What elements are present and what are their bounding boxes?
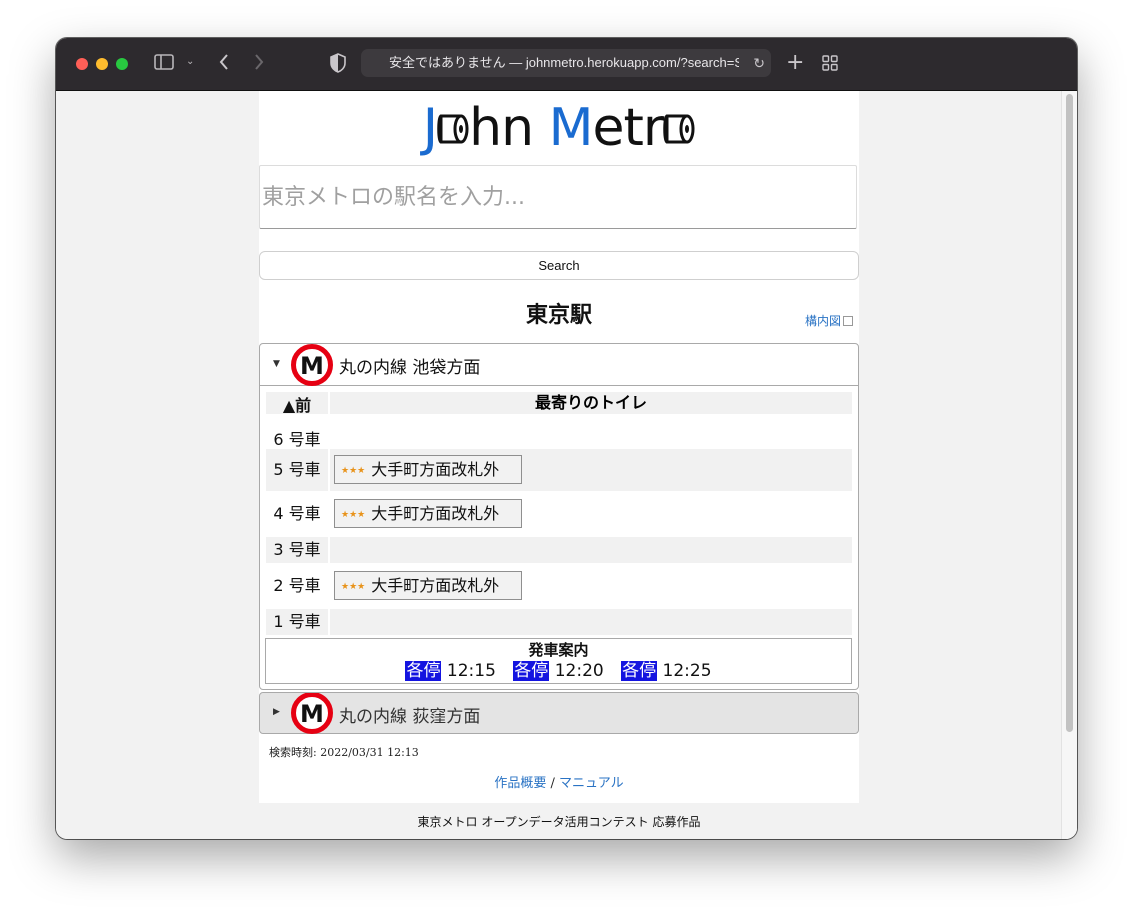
toilet-location-button[interactable]: ★★★ 大手町方面改札外 xyxy=(334,499,522,528)
toilet-cell xyxy=(330,537,852,563)
table-row: 3 号車 xyxy=(266,537,852,563)
browser-toolbar: ⌄ 安全ではありません — johnmetro.herokuapp.com/?s… xyxy=(56,38,1077,91)
train-type-badge: 各停 xyxy=(513,661,550,681)
car-toilet-table: ▲前 最寄りのトイレ 6 号車 5 号車 ★★★ 大手町方面改札外 4 号車 ★… xyxy=(266,392,852,635)
tab-overview-icon[interactable] xyxy=(822,55,838,75)
site-logo[interactable]: Jhn Metr xyxy=(259,97,859,162)
train-type-badge: 各停 xyxy=(405,661,442,681)
about-link[interactable]: 作品概要 xyxy=(494,776,546,791)
station-map-link[interactable]: 構内図 xyxy=(805,312,853,329)
forward-arrow-icon[interactable] xyxy=(253,52,265,76)
contest-credit: 東京メトロ オープンデータ活用コンテスト 応募作品 xyxy=(417,815,701,829)
table-row: 6 号車 xyxy=(266,420,852,449)
table-row: 5 号車 ★★★ 大手町方面改札外 xyxy=(266,449,852,491)
table-row: 1 号車 xyxy=(266,609,852,635)
sidebar-toggle-icon[interactable] xyxy=(154,54,174,74)
logo-letter-m: M xyxy=(548,98,594,158)
car-number: 4 号車 xyxy=(273,504,321,523)
line-direction-label: 丸の内線 荻窪方面 xyxy=(339,707,481,727)
rating-stars-icon: ★★★ xyxy=(341,582,366,592)
logo-letter-j: J xyxy=(422,98,438,158)
new-tab-icon[interactable]: + xyxy=(786,50,804,75)
toilet-cell: ★★★ 大手町方面改札外 xyxy=(330,491,852,537)
address-bar[interactable]: 安全ではありません — johnmetro.herokuapp.com/?sea… xyxy=(361,49,771,77)
car-number: 6 号車 xyxy=(273,430,321,449)
table-row: 4 号車 ★★★ 大手町方面改札外 xyxy=(266,491,852,537)
toilet-cell xyxy=(330,420,852,449)
back-arrow-icon[interactable] xyxy=(218,52,230,76)
close-window-button[interactable] xyxy=(76,58,88,70)
vertical-scrollbar[interactable] xyxy=(1061,91,1077,839)
footer-separator: / xyxy=(546,776,560,791)
car-number: 2 号車 xyxy=(273,576,321,595)
front-direction-header: ▲前 xyxy=(266,392,328,415)
departure-time: 12:25 xyxy=(662,661,712,681)
disclosure-open-icon: ▼ xyxy=(273,359,280,369)
toilet-cell: ★★★ 大手町方面改札外 xyxy=(330,449,852,491)
line-direction-label: 丸の内線 池袋方面 xyxy=(339,358,481,378)
disclosure-closed-icon: ▶ xyxy=(273,707,280,717)
footer-links: 作品概要 / マニュアル xyxy=(259,772,859,791)
zoom-window-button[interactable] xyxy=(116,58,128,70)
external-link-icon xyxy=(843,316,853,326)
url-text: 安全ではありません — johnmetro.herokuapp.com/?sea… xyxy=(389,55,739,70)
toilet-location-label: 大手町方面改札外 xyxy=(371,460,500,479)
search-button[interactable]: Search xyxy=(259,251,859,280)
page-viewport: Jhn Metr Search 東京駅 構内図 ▼ M 丸の内線 池袋方面 ▲前 xyxy=(56,91,1077,839)
logo-word-metro: etr xyxy=(592,98,664,158)
toilet-location-label: 大手町方面改札外 xyxy=(371,504,500,523)
departure-board-title: 発車案内 xyxy=(528,641,589,659)
departure-list: 各停 12:15 各停 12:20 各停 12:25 xyxy=(266,660,851,682)
toilet-location-button[interactable]: ★★★ 大手町方面改札外 xyxy=(334,455,522,484)
rating-stars-icon: ★★★ xyxy=(341,510,366,520)
svg-text:M: M xyxy=(300,352,324,380)
line-panel-ikebukuro: ▼ M 丸の内線 池袋方面 ▲前 最寄りのトイレ 6 号車 5 号車 ★★★ 大… xyxy=(259,343,859,690)
search-timestamp: 検索時刻: 2022/03/31 12:13 xyxy=(269,746,419,759)
station-title: 東京駅 xyxy=(525,302,592,328)
shield-icon[interactable] xyxy=(330,53,346,77)
departure-item: 各停 12:20 xyxy=(513,661,604,681)
station-search-input[interactable] xyxy=(259,165,857,229)
manual-link[interactable]: マニュアル xyxy=(559,776,624,791)
reload-icon[interactable]: ↻ xyxy=(753,49,765,77)
marunouchi-line-icon: M xyxy=(290,344,334,390)
marunouchi-line-icon: M xyxy=(290,692,334,739)
train-type-badge: 各停 xyxy=(621,661,658,681)
toilet-roll-icon xyxy=(663,100,695,162)
car-number: 5 号車 xyxy=(266,449,328,491)
rating-stars-icon: ★★★ xyxy=(341,466,366,476)
departure-time: 12:15 xyxy=(446,661,496,681)
scrollbar-thumb[interactable] xyxy=(1066,94,1073,732)
nearest-toilet-header: 最寄りのトイレ xyxy=(330,392,852,414)
departure-board: 発車案内 各停 12:15 各停 12:20 各停 12:25 xyxy=(265,638,852,684)
toilet-cell: ★★★ 大手町方面改札外 xyxy=(330,563,852,609)
station-map-link-text: 構内図 xyxy=(804,314,841,328)
svg-text:M: M xyxy=(300,700,324,728)
toilet-roll-icon xyxy=(437,100,469,162)
departure-time: 12:20 xyxy=(554,661,604,681)
chevron-down-icon[interactable]: ⌄ xyxy=(186,56,194,67)
departure-item: 各停 12:15 xyxy=(405,661,496,681)
minimize-window-button[interactable] xyxy=(96,58,108,70)
toilet-location-label: 大手町方面改札外 xyxy=(371,576,500,595)
table-row: 2 号車 ★★★ 大手町方面改札外 xyxy=(266,563,852,609)
toilet-location-button[interactable]: ★★★ 大手町方面改札外 xyxy=(334,571,522,600)
page-content: Jhn Metr Search 東京駅 構内図 ▼ M 丸の内線 池袋方面 ▲前 xyxy=(259,91,859,803)
car-number: 3 号車 xyxy=(266,537,328,563)
departure-item: 各停 12:25 xyxy=(621,661,712,681)
browser-window: ⌄ 安全ではありません — johnmetro.herokuapp.com/?s… xyxy=(56,38,1077,839)
toilet-cell xyxy=(330,609,852,635)
table-header-row: ▲前 最寄りのトイレ xyxy=(266,392,852,415)
line-panel-header[interactable]: ▼ M 丸の内線 池袋方面 xyxy=(260,344,858,386)
line-panel-ogikubo: ▶ M 丸の内線 荻窪方面 xyxy=(259,692,859,734)
logo-word-john: hn xyxy=(469,98,549,158)
car-number: 1 号車 xyxy=(266,609,328,635)
line-panel-header[interactable]: ▶ M 丸の内線 荻窪方面 xyxy=(260,692,858,734)
